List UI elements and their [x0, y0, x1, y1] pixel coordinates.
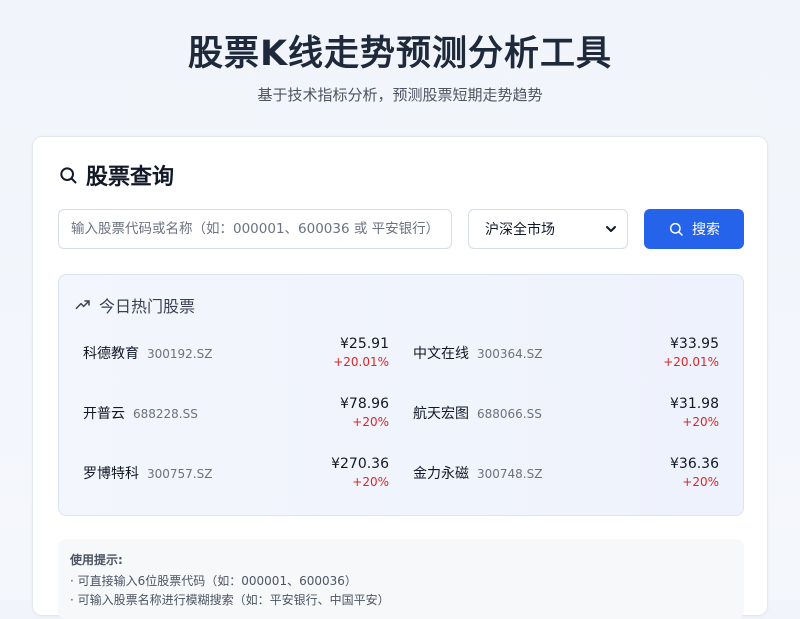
hot-stocks-title: 今日热门股票 [75, 293, 195, 317]
chevron-down-icon [606, 226, 616, 232]
hot-stock-item[interactable]: 金力永磁 300748.SZ ¥36.36 +20% [413, 451, 719, 495]
page-subtitle: 基于技术指标分析，预测股票短期走势趋势 [257, 86, 543, 104]
stock-price: ¥78.96 [340, 396, 389, 412]
stock-code: 688066.SS [477, 407, 542, 421]
stock-code: 300192.SZ [147, 347, 213, 361]
stock-change: +20.01% [333, 355, 389, 369]
tips-title: 使用提示: [70, 553, 123, 567]
trending-up-icon [75, 300, 90, 310]
stock-change: +20% [682, 415, 719, 429]
stock-name: 金力永磁 [413, 466, 469, 482]
search-button[interactable]: 搜索 [644, 209, 744, 249]
stock-name: 中文在线 [413, 346, 469, 362]
stock-price: ¥36.36 [670, 456, 719, 472]
stock-change: +20.01% [663, 355, 719, 369]
page-header: 股票K线走势预测分析工具 基于技术指标分析，预测股票短期走势趋势 [0, 0, 800, 136]
card-title-label: 股票查询 [86, 165, 175, 190]
hot-stock-item[interactable]: 航天宏图 688066.SS ¥31.98 +20% [413, 391, 719, 435]
stock-code: 688228.SS [133, 407, 198, 421]
hot-stock-item[interactable]: 科德教育 300192.SZ ¥25.91 +20.01% [83, 331, 389, 375]
tip-item: · 可输入股票名称进行模糊搜索（如：平安银行、中国平安） [70, 593, 390, 607]
stock-code: 300757.SZ [147, 467, 213, 481]
search-icon [669, 222, 683, 236]
hot-stock-item[interactable]: 开普云 688228.SS ¥78.96 +20% [83, 391, 389, 435]
stock-change: +20% [682, 475, 719, 489]
stock-change: +20% [352, 475, 389, 489]
search-row: 沪深全市场 搜索 [58, 209, 744, 249]
hot-stocks-panel: 今日热门股票 科德教育 300192.SZ ¥25.91 +20.01% 中文在线 3… [58, 274, 744, 516]
search-button-label: 搜索 [692, 221, 720, 237]
stock-name: 航天宏图 [413, 406, 469, 422]
stock-name: 科德教育 [83, 346, 139, 362]
card-title: 股票查询 [58, 159, 174, 191]
stock-price: ¥270.36 [331, 456, 389, 472]
stock-search-input[interactable] [58, 209, 452, 249]
stock-price: ¥25.91 [340, 336, 389, 352]
market-select-value: 沪深全市场 [485, 222, 555, 238]
search-icon [60, 167, 77, 184]
stock-query-card: 股票查询 沪深全市场 搜索 今日热门股票 科德教育 300192.SZ [32, 136, 768, 619]
stock-code: 300748.SZ [477, 467, 543, 481]
stock-price: ¥33.95 [670, 336, 719, 352]
stock-price: ¥31.98 [670, 396, 719, 412]
stock-change: +20% [352, 415, 389, 429]
tip-item: · 可直接输入6位股票代码（如：000001、600036） [70, 574, 357, 588]
stock-name: 开普云 [83, 406, 125, 422]
usage-tips: 使用提示: · 可直接输入6位股票代码（如：000001、600036） · 可… [58, 539, 744, 619]
stock-code: 300364.SZ [477, 347, 543, 361]
hot-stock-item[interactable]: 中文在线 300364.SZ ¥33.95 +20.01% [413, 331, 719, 375]
hot-stocks-title-label: 今日热门股票 [99, 297, 196, 316]
hot-stock-item[interactable]: 罗博特科 300757.SZ ¥270.36 +20% [83, 451, 389, 495]
market-select[interactable]: 沪深全市场 [468, 209, 628, 249]
stock-name: 罗博特科 [83, 466, 139, 482]
page-title: 股票K线走势预测分析工具 [187, 34, 613, 74]
